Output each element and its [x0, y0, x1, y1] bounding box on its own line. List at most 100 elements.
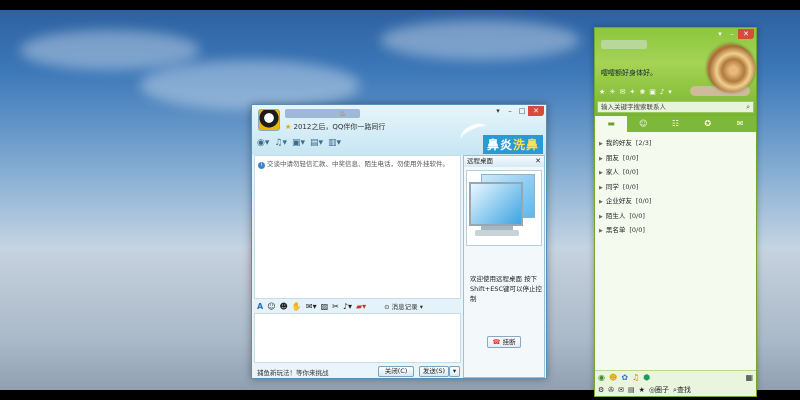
- chat-toolbar: ◉▾ ♫▾ ▣▾ ▤▾ ▥▾: [257, 138, 341, 148]
- circle-label: 圈子: [655, 386, 670, 394]
- buddy-tabs: ▬ ☺ ☷ ✪ ✉: [595, 116, 756, 132]
- pet-icon[interactable]: ❀: [639, 88, 645, 96]
- message-history[interactable]: i 交谈中请勿轻信汇款、中奖信息、陌生电话，勿使用外挂软件。: [254, 155, 461, 299]
- search-placeholder: 输入关键字搜索联系人: [601, 103, 666, 111]
- app-icon[interactable]: ▥▾: [328, 138, 341, 148]
- circle-button[interactable]: ◎圈子: [649, 385, 669, 395]
- close-icon[interactable]: ✕: [738, 29, 754, 39]
- personal-signature[interactable]: 嘤嘤额好身体好。: [601, 68, 657, 78]
- security-icon[interactable]: ⬢: [643, 373, 650, 382]
- more-icon[interactable]: ▾: [668, 88, 672, 96]
- expand-arrow-icon: ▶: [599, 199, 603, 205]
- send-button[interactable]: 发送(S): [419, 366, 449, 377]
- music-icon[interactable]: ♪▾: [343, 302, 352, 311]
- close-icon[interactable]: ✕: [528, 106, 544, 116]
- camera-icon[interactable]: ◉▾: [257, 138, 269, 148]
- contact-avatar[interactable]: [258, 109, 280, 131]
- music-icon[interactable]: ♪: [660, 88, 664, 96]
- tab-email[interactable]: ✉: [724, 116, 756, 132]
- banner-text-1: 鼻炎: [486, 138, 513, 152]
- minimize-icon[interactable]: –: [504, 106, 516, 116]
- share-icon[interactable]: ▣▾: [292, 138, 305, 148]
- remote-desktop-description: 欢迎使用远程桌面 按下Shift+ESC键可以停止控制: [470, 275, 542, 303]
- phone-icon: ☎: [492, 338, 501, 346]
- qzone-icon[interactable]: ★: [639, 386, 645, 394]
- group-enterprise[interactable]: ▶ 企业好友 [0/0]: [595, 194, 756, 209]
- group-count: [2/3]: [635, 139, 652, 147]
- wallet-icon[interactable]: ▣: [649, 88, 656, 96]
- red-packet-icon[interactable]: ▰▾: [356, 302, 366, 311]
- main-menu-icon[interactable]: ⚙: [598, 386, 604, 394]
- screenshot-icon[interactable]: ✂: [332, 302, 339, 311]
- panel-close-icon[interactable]: ✕: [535, 156, 541, 167]
- group-count: [0/0]: [622, 182, 639, 191]
- app-manager-icon[interactable]: ◉: [598, 373, 605, 382]
- app-grid-icon[interactable]: ▦: [745, 373, 753, 382]
- minimize-icon[interactable]: –: [726, 29, 738, 39]
- status-icon: ♨: [339, 109, 347, 118]
- space-icon[interactable]: ✦: [629, 88, 635, 96]
- maximize-icon[interactable]: □: [516, 106, 528, 116]
- send-options-icon[interactable]: ▾: [449, 366, 460, 377]
- group-friends[interactable]: ▶ 朋友 [0/0]: [595, 151, 756, 166]
- mic-icon[interactable]: ♫▾: [274, 138, 287, 148]
- tab-contacts[interactable]: ▬: [595, 116, 628, 132]
- group-name: 同学: [605, 182, 619, 191]
- search-icon[interactable]: ⌕: [746, 102, 750, 112]
- file-assistant-icon[interactable]: ▤: [628, 386, 635, 394]
- remote-desktop-title: 远程桌面 ✕: [464, 156, 544, 167]
- tab-space[interactable]: ✪: [692, 116, 724, 132]
- find-label: 查找: [676, 386, 691, 394]
- emoji-icon[interactable]: ☺: [267, 302, 275, 311]
- group-count: [0/0]: [622, 168, 639, 176]
- vip-badge-icon: ★: [285, 123, 292, 131]
- contact-search-input[interactable]: 输入关键字搜索联系人 ⌕: [597, 101, 754, 113]
- cloud: [20, 30, 200, 70]
- image-icon[interactable]: ▨: [321, 302, 329, 311]
- shake-icon[interactable]: ✋: [292, 302, 302, 311]
- qq-game-icon[interactable]: ✿: [621, 373, 628, 382]
- skin-icon[interactable]: ▾: [714, 29, 726, 39]
- message-manager-icon[interactable]: ✉: [618, 386, 624, 394]
- hangup-button[interactable]: ☎ 挂断: [487, 336, 521, 348]
- screen-top-edge: [0, 0, 800, 10]
- expand-arrow-icon: ▶: [599, 184, 603, 191]
- weather-icon[interactable]: ☀: [609, 88, 615, 96]
- font-icon[interactable]: A: [257, 302, 263, 311]
- tab-discussion[interactable]: ☷: [659, 116, 691, 132]
- find-button[interactable]: ⌕查找: [673, 385, 691, 395]
- skin-snail-shell: [707, 44, 755, 92]
- mail-icon[interactable]: ✉: [620, 88, 626, 96]
- profile-header: ▾ – ✕ 嘤嘤额好身体好。 ★ ☀ ✉ ✦ ❀ ▣ ♪ ▾ 输入关键字搜索联系…: [595, 28, 756, 116]
- skin-icon[interactable]: ▾: [492, 106, 504, 116]
- monitor-icon: [469, 182, 523, 226]
- expand-arrow-icon: ▶: [599, 213, 603, 220]
- expand-arrow-icon: ▶: [599, 170, 603, 176]
- close-button[interactable]: 关闭(C): [378, 366, 414, 377]
- bottom-action-row: ⚙ ✇ ✉ ▤ ★ ◎圈子 ⌕查找: [598, 385, 691, 395]
- settings-icon[interactable]: ✇: [608, 386, 614, 394]
- contact-status: ★ 2012之后，QQ伴你一路同行: [285, 122, 385, 132]
- group-classmates[interactable]: ▶ 同学 [0/0]: [595, 180, 756, 195]
- qq-pet-icon[interactable]: ☻: [609, 373, 617, 382]
- message-history-button[interactable]: ⊙ 消息记录 ▾: [384, 301, 423, 311]
- group-count: [0/0]: [629, 211, 645, 220]
- group-my-friends[interactable]: ▶ 我的好友 [2/3]: [595, 136, 756, 151]
- group-family[interactable]: ▶ 家人 [0/0]: [595, 165, 756, 180]
- qq-music-icon[interactable]: ♫: [632, 373, 639, 382]
- tab-groups[interactable]: ☺: [627, 116, 659, 132]
- group-blacklist[interactable]: ▶ 黑名单 [0/0]: [595, 223, 756, 238]
- footer-ad-link[interactable]: 捕鱼新玩法！等你来挑战: [254, 367, 329, 377]
- message-input[interactable]: [254, 313, 461, 363]
- buddy-bottom-bar: ◉ ☻ ✿ ♫ ⬢ ▦ ⚙ ✇ ✉ ▤ ★ ◎圈子 ⌕查找: [595, 370, 756, 396]
- gift-icon[interactable]: ✉▾: [306, 302, 317, 311]
- star-icon[interactable]: ★: [599, 88, 605, 96]
- ad-banner[interactable]: 鼻炎洗鼻: [454, 119, 546, 155]
- clock-icon: ⊙: [384, 303, 390, 311]
- magic-emoji-icon[interactable]: ☻: [280, 302, 288, 311]
- group-strangers[interactable]: ▶ 陌生人 [0/0]: [595, 209, 756, 224]
- security-notice: i 交谈中请勿轻信汇款、中奖信息、陌生电话，勿使用外挂软件。: [258, 158, 449, 169]
- file-icon[interactable]: ▤▾: [310, 138, 323, 148]
- my-name-redacted[interactable]: [601, 40, 647, 49]
- chat-header: ♨ ★ 2012之后，QQ伴你一路同行 ▾ – □ ✕ ◉▾ ♫▾ ▣▾ ▤▾ …: [252, 105, 546, 155]
